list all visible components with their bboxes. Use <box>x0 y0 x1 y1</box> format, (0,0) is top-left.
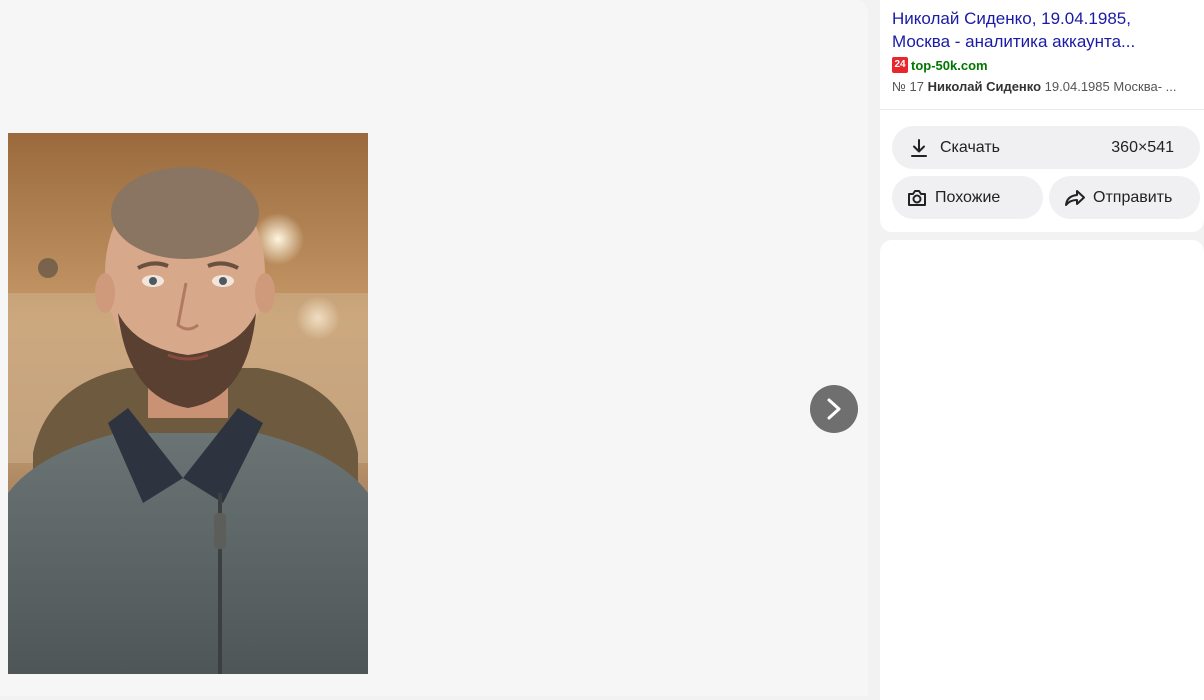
similar-images-button[interactable]: Похожие <box>892 176 1043 219</box>
download-button[interactable]: Скачать 360×541 <box>892 126 1200 169</box>
snippet-rest: 19.04.1985 Москва- ... <box>1041 79 1177 94</box>
result-card: Николай Сиденко, 19.04.1985, Москва - ан… <box>880 0 1204 232</box>
image-viewer <box>0 0 868 696</box>
image-size: 360×541 <box>1111 138 1174 156</box>
info-sidebar: Николай Сиденко, 19.04.1985, Москва - ан… <box>880 0 1204 700</box>
site-favicon: 24 <box>892 57 908 73</box>
similar-label: Похожие <box>935 188 1001 206</box>
snippet-bold: Николай Сиденко <box>927 79 1042 94</box>
secondary-panel <box>880 240 1204 700</box>
source-line[interactable]: 24 top-50k.com <box>892 57 988 73</box>
source-domain[interactable]: top-50k.com <box>911 58 988 73</box>
share-arrow-icon <box>1064 187 1086 209</box>
next-image-button[interactable] <box>810 385 858 433</box>
snippet-prefix: № 17 <box>892 79 928 94</box>
share-label: Отправить <box>1093 188 1173 206</box>
download-icon <box>908 137 930 159</box>
main-photo[interactable] <box>8 133 368 674</box>
chevron-right-icon <box>827 398 841 420</box>
download-label: Скачать <box>940 138 1000 156</box>
divider <box>880 109 1204 110</box>
result-title[interactable]: Николай Сиденко, 19.04.1985, Москва - ан… <box>892 7 1192 53</box>
camera-search-icon <box>906 187 928 209</box>
share-button[interactable]: Отправить <box>1049 176 1200 219</box>
result-snippet: № 17 Николай Сиденко 19.04.1985 Москва- … <box>892 79 1198 94</box>
